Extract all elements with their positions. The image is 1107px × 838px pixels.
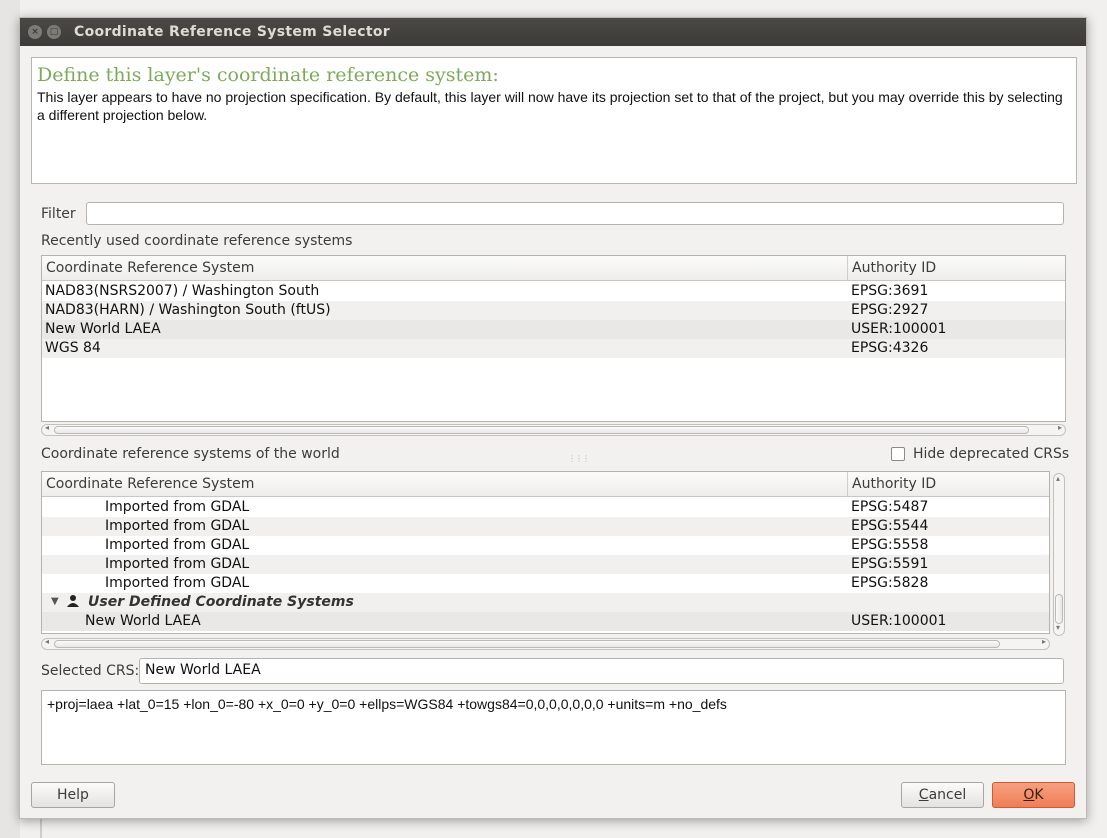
maximize-icon[interactable]: □ xyxy=(47,25,61,39)
crs-name: NAD83(NSRS2007) / Washington South xyxy=(45,283,320,299)
hide-deprecated-checkbox[interactable] xyxy=(891,447,905,461)
authority-id: EPSG:5487 xyxy=(851,499,929,515)
crs-name: Imported from GDAL xyxy=(105,537,250,553)
authority-id: EPSG:5558 xyxy=(851,537,929,553)
world-horizontal-scrollbar[interactable]: ◂ ▸ xyxy=(41,637,1050,650)
user-icon xyxy=(66,594,80,612)
scrollbar-thumb[interactable] xyxy=(54,640,1000,648)
close-icon[interactable]: × xyxy=(28,25,42,39)
authority-id: EPSG:5591 xyxy=(851,556,929,572)
scroll-left-icon[interactable]: ◂ xyxy=(45,637,49,646)
world-vertical-scrollbar[interactable]: ▴ ▾ xyxy=(1053,473,1065,636)
column-separator xyxy=(847,472,848,497)
column-header-authority[interactable]: Authority ID xyxy=(852,260,936,276)
tree-row-selected[interactable]: New World LAEA USER:100001 xyxy=(42,612,1049,631)
recent-crs-table[interactable]: Coordinate Reference System Authority ID… xyxy=(41,255,1066,422)
recent-horizontal-scrollbar[interactable]: ◂ ▸ xyxy=(41,423,1066,436)
table-row[interactable]: WGS 84 EPSG:4326 xyxy=(42,339,1065,358)
ok-button[interactable]: OK xyxy=(992,782,1075,808)
recent-table-header: Coordinate Reference System Authority ID xyxy=(42,256,1065,281)
column-header-authority[interactable]: Authority ID xyxy=(852,476,936,492)
authority-id: EPSG:5544 xyxy=(851,518,929,534)
splitter-handle[interactable]: ⋮⋮⋮ xyxy=(568,454,590,463)
crs-name: Imported from GDAL xyxy=(105,575,250,591)
tree-row[interactable]: Imported from GDAL EPSG:5544 xyxy=(42,517,1049,536)
window-title: Coordinate Reference System Selector xyxy=(74,24,390,40)
background-divider xyxy=(40,818,42,838)
tree-row[interactable]: Imported from GDAL EPSG:5558 xyxy=(42,536,1049,555)
column-header-crs[interactable]: Coordinate Reference System xyxy=(46,476,254,492)
crs-name: Imported from GDAL xyxy=(105,556,250,572)
help-button[interactable]: Help xyxy=(31,782,115,808)
authority-id: EPSG:4326 xyxy=(851,340,929,356)
tree-row[interactable]: Imported from GDAL EPSG:5591 xyxy=(42,555,1049,574)
selected-crs-label: Selected CRS: xyxy=(41,663,140,679)
info-text: This layer appears to have no projection… xyxy=(37,89,1063,123)
scrollbar-thumb[interactable] xyxy=(1055,594,1063,624)
scroll-right-icon[interactable]: ▸ xyxy=(1042,637,1046,646)
crs-name: New World LAEA xyxy=(85,613,201,629)
scroll-down-icon[interactable]: ▾ xyxy=(1056,623,1060,632)
crs-name: Imported from GDAL xyxy=(105,499,250,515)
scroll-right-icon[interactable]: ▸ xyxy=(1058,423,1062,432)
crs-name: WGS 84 xyxy=(45,340,101,356)
crs-selector-dialog: × □ Coordinate Reference System Selector… xyxy=(19,17,1087,819)
authority-id: USER:100001 xyxy=(851,321,947,337)
proj-definition-box[interactable]: +proj=laea +lat_0=15 +lon_0=-80 +x_0=0 +… xyxy=(41,690,1066,765)
authority-id: EPSG:2927 xyxy=(851,302,929,318)
chevron-down-icon[interactable]: ▼ xyxy=(51,596,59,607)
cancel-button[interactable]: Cancel xyxy=(901,782,984,808)
scroll-up-icon[interactable]: ▴ xyxy=(1056,474,1060,483)
ok-accelerator: O xyxy=(1023,787,1035,803)
world-crs-label: Coordinate reference systems of the worl… xyxy=(41,446,340,462)
titlebar: × □ Coordinate Reference System Selector xyxy=(20,18,1086,46)
scroll-left-icon[interactable]: ◂ xyxy=(45,423,49,432)
world-crs-table[interactable]: Coordinate Reference System Authority ID… xyxy=(41,471,1050,634)
table-row[interactable]: NAD83(NSRS2007) / Washington South EPSG:… xyxy=(42,282,1065,301)
authority-id: USER:100001 xyxy=(851,613,947,629)
cancel-accelerator: C xyxy=(918,787,929,803)
world-table-header: Coordinate Reference System Authority ID xyxy=(42,472,1049,497)
hide-deprecated-label: Hide deprecated CRSs xyxy=(913,446,1070,462)
table-row[interactable]: NAD83(HARN) / Washington South (ftUS) EP… xyxy=(42,301,1065,320)
selected-crs-field[interactable]: New World LAEA xyxy=(139,658,1064,684)
table-row-selected[interactable]: New World LAEA USER:100001 xyxy=(42,320,1065,339)
crs-name: NAD83(HARN) / Washington South (ftUS) xyxy=(45,302,331,318)
info-heading: Define this layer's coordinate reference… xyxy=(37,64,499,86)
crs-name: New World LAEA xyxy=(45,321,161,337)
crs-name: Imported from GDAL xyxy=(105,518,250,534)
authority-id: EPSG:5828 xyxy=(851,575,929,591)
tree-group-row[interactable]: ▼ User Defined Coordinate Systems xyxy=(42,593,1049,612)
background-window-edge xyxy=(0,0,20,838)
filter-label: Filter xyxy=(41,206,76,222)
tree-row[interactable]: Imported from GDAL EPSG:5828 xyxy=(42,574,1049,593)
tree-row[interactable]: Imported from GDAL EPSG:5487 xyxy=(42,498,1049,517)
recent-crs-label: Recently used coordinate reference syste… xyxy=(41,233,353,249)
info-panel: Define this layer's coordinate reference… xyxy=(31,57,1077,184)
ok-label: K xyxy=(1034,787,1044,803)
filter-input[interactable] xyxy=(86,202,1064,225)
group-name: User Defined Coordinate Systems xyxy=(88,594,354,610)
cancel-label: ancel xyxy=(928,787,967,803)
column-header-crs[interactable]: Coordinate Reference System xyxy=(46,260,254,276)
scrollbar-thumb[interactable] xyxy=(54,426,1029,434)
column-separator xyxy=(847,256,848,281)
authority-id: EPSG:3691 xyxy=(851,283,929,299)
